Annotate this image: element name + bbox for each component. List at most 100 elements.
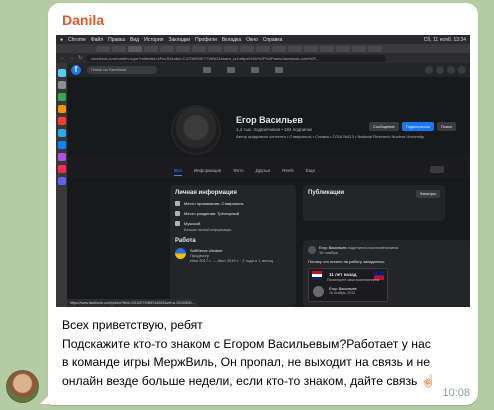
telegram-icon [57, 129, 66, 137]
notifications-icon [447, 66, 455, 74]
facebook-search: Поиск на Facebook [87, 66, 157, 74]
memory-subtitle: Посмотрите свои воспоминания [327, 278, 380, 282]
browser-tabbar [56, 44, 470, 53]
post-header: Егор Васильев поделился воспоминанием. 1… [308, 245, 466, 255]
figma-icon [57, 165, 66, 173]
reload-icon: ↻ [78, 55, 83, 61]
menubar-item: Профили [195, 36, 217, 43]
menubar-item: История [144, 36, 164, 43]
message-line-text: онлайн везде больше недели, если кто-то … [62, 373, 418, 388]
browser-tab [336, 45, 350, 52]
info-row: Место проживания: Ставрополь [175, 201, 291, 206]
browser-tab [96, 45, 110, 52]
mac-dock [56, 63, 67, 307]
menubar-apple-icon: ● [60, 36, 64, 43]
chrome-icon [57, 93, 66, 101]
profile-tabs: Все Информация Фото Друзья Reels Еще [174, 168, 315, 176]
work-dates: Июн 2017 г. — Июл 2019 г. · 2 года и 1 м… [190, 258, 274, 263]
work-title: Работа [175, 238, 196, 244]
intro-card: Личная информация Место проживания: Став… [170, 185, 296, 307]
groups-icon [275, 67, 283, 73]
tab-friends: Друзья [255, 168, 271, 173]
info-text: Место проживания: Ставрополь [184, 201, 244, 206]
attached-screenshot[interactable]: ● Chrome Файл Правка Вид История Закладк… [56, 35, 470, 307]
post-author: Егор Васильев поделился воспоминанием. 1… [319, 245, 399, 255]
menubar-item: Вид [130, 36, 140, 43]
sender-avatar[interactable] [6, 370, 39, 403]
facebook-nav [203, 67, 283, 73]
address-field: facebook.com/vasilev.egor?mibextid=kFxxJ… [86, 54, 387, 62]
message-bubble[interactable]: Danila ● Chrome Файл Правка Вид История … [48, 3, 478, 405]
info-row: Место рождения: Трёхгорный [175, 211, 291, 216]
browser-tab [144, 45, 158, 52]
browser-tab [272, 45, 286, 52]
status-url: https://www.facebook.com/photo/?fbid=101… [67, 299, 198, 307]
work-row: SoftServe Ukraine Продюсер Июн 2017 г. —… [175, 248, 291, 263]
inner-date: 16 ноября, 2012 [329, 291, 356, 295]
browser-tab [176, 45, 190, 52]
location-pin-icon [175, 211, 180, 216]
tab-info: Информация [193, 168, 222, 173]
facebook-header: f Поиск на Facebook [67, 63, 470, 77]
browser-tab [256, 45, 270, 52]
tab-reels: Reels [282, 168, 294, 173]
sender-name[interactable]: Danila [62, 12, 104, 28]
forward-arrow-icon: → [69, 55, 74, 61]
browser-tab [304, 45, 318, 52]
message-line: Подскажите кто-то знаком с Егором Василь… [62, 336, 431, 351]
profile-meta: Автор цифрового контента • Ставрополь • … [236, 134, 426, 139]
company-logo-icon [175, 248, 186, 259]
browser-tab [320, 45, 334, 52]
marketplace-icon [251, 67, 259, 73]
tab-photos: Фото [233, 168, 244, 173]
message-text: Всех приветствую, ребят Подскажите кто-т… [62, 316, 474, 390]
tab-all: Все [174, 168, 182, 176]
back-arrow-icon: ← [60, 55, 65, 61]
message-line: в команде игры МержВиль, Он пропал, не в… [62, 355, 431, 369]
post-action: поделился воспоминанием. [347, 245, 400, 250]
message-line: онлайн везде больше недели, если кто-то … [62, 372, 474, 391]
menubar-item: Файл [90, 36, 104, 43]
profile-actions: Сообщение Подписаться Поиск [369, 122, 456, 131]
discord-icon [57, 177, 66, 185]
profile-picture [171, 105, 221, 155]
browser-tab [192, 45, 206, 52]
app-icon [57, 153, 66, 161]
facebook-logo-icon: f [71, 65, 81, 75]
browser-tab-active [128, 45, 142, 52]
info-text: Место рождения: Трёхгорный [184, 211, 240, 216]
flag-icon [312, 271, 322, 280]
message-line: Всех приветствую, ребят [62, 318, 203, 332]
work-text: SoftServe Ukraine Продюсер Июн 2017 г. —… [190, 248, 273, 263]
filter-button: Фильтры [415, 190, 440, 198]
inner-avatar [313, 286, 324, 297]
menubar-item: Chrome [68, 36, 86, 43]
browser-tab [368, 45, 382, 52]
browser-urlbar: ← → ↻ facebook.com/vasilev.egor?mibextid… [56, 53, 470, 63]
launchpad-icon [57, 81, 66, 89]
memory-years: 11 лет назад [329, 272, 357, 277]
more-info-link: Больше личной информации [184, 228, 232, 232]
more-options-icon [430, 166, 444, 173]
info-row: Мужской [175, 221, 291, 226]
mac-menubar: ● Chrome Файл Правка Вид История Закладк… [56, 35, 470, 44]
post-text: Потому что ничего на работу заходилось [308, 259, 385, 264]
memory-card: 11 лет назад Посмотрите свои воспоминани… [308, 268, 388, 302]
browser-tab [160, 45, 174, 52]
post-avatar [308, 246, 316, 254]
menu-icon [425, 66, 433, 74]
post-date: 16 ноября [319, 250, 338, 255]
menubar-item: Правка [108, 36, 126, 43]
browser-tab [352, 45, 366, 52]
browser-tab [240, 45, 254, 52]
menubar-item: Закладки [168, 36, 191, 43]
home-icon [203, 67, 211, 73]
menubar-item: Окно [246, 36, 258, 43]
browser-tab [208, 45, 222, 52]
home-icon [175, 201, 180, 206]
finder-icon [57, 69, 66, 77]
messenger-icon [436, 66, 444, 74]
video-icon [227, 67, 235, 73]
intro-title: Личная информация [175, 190, 237, 196]
menubar-item: Справка [262, 36, 283, 43]
